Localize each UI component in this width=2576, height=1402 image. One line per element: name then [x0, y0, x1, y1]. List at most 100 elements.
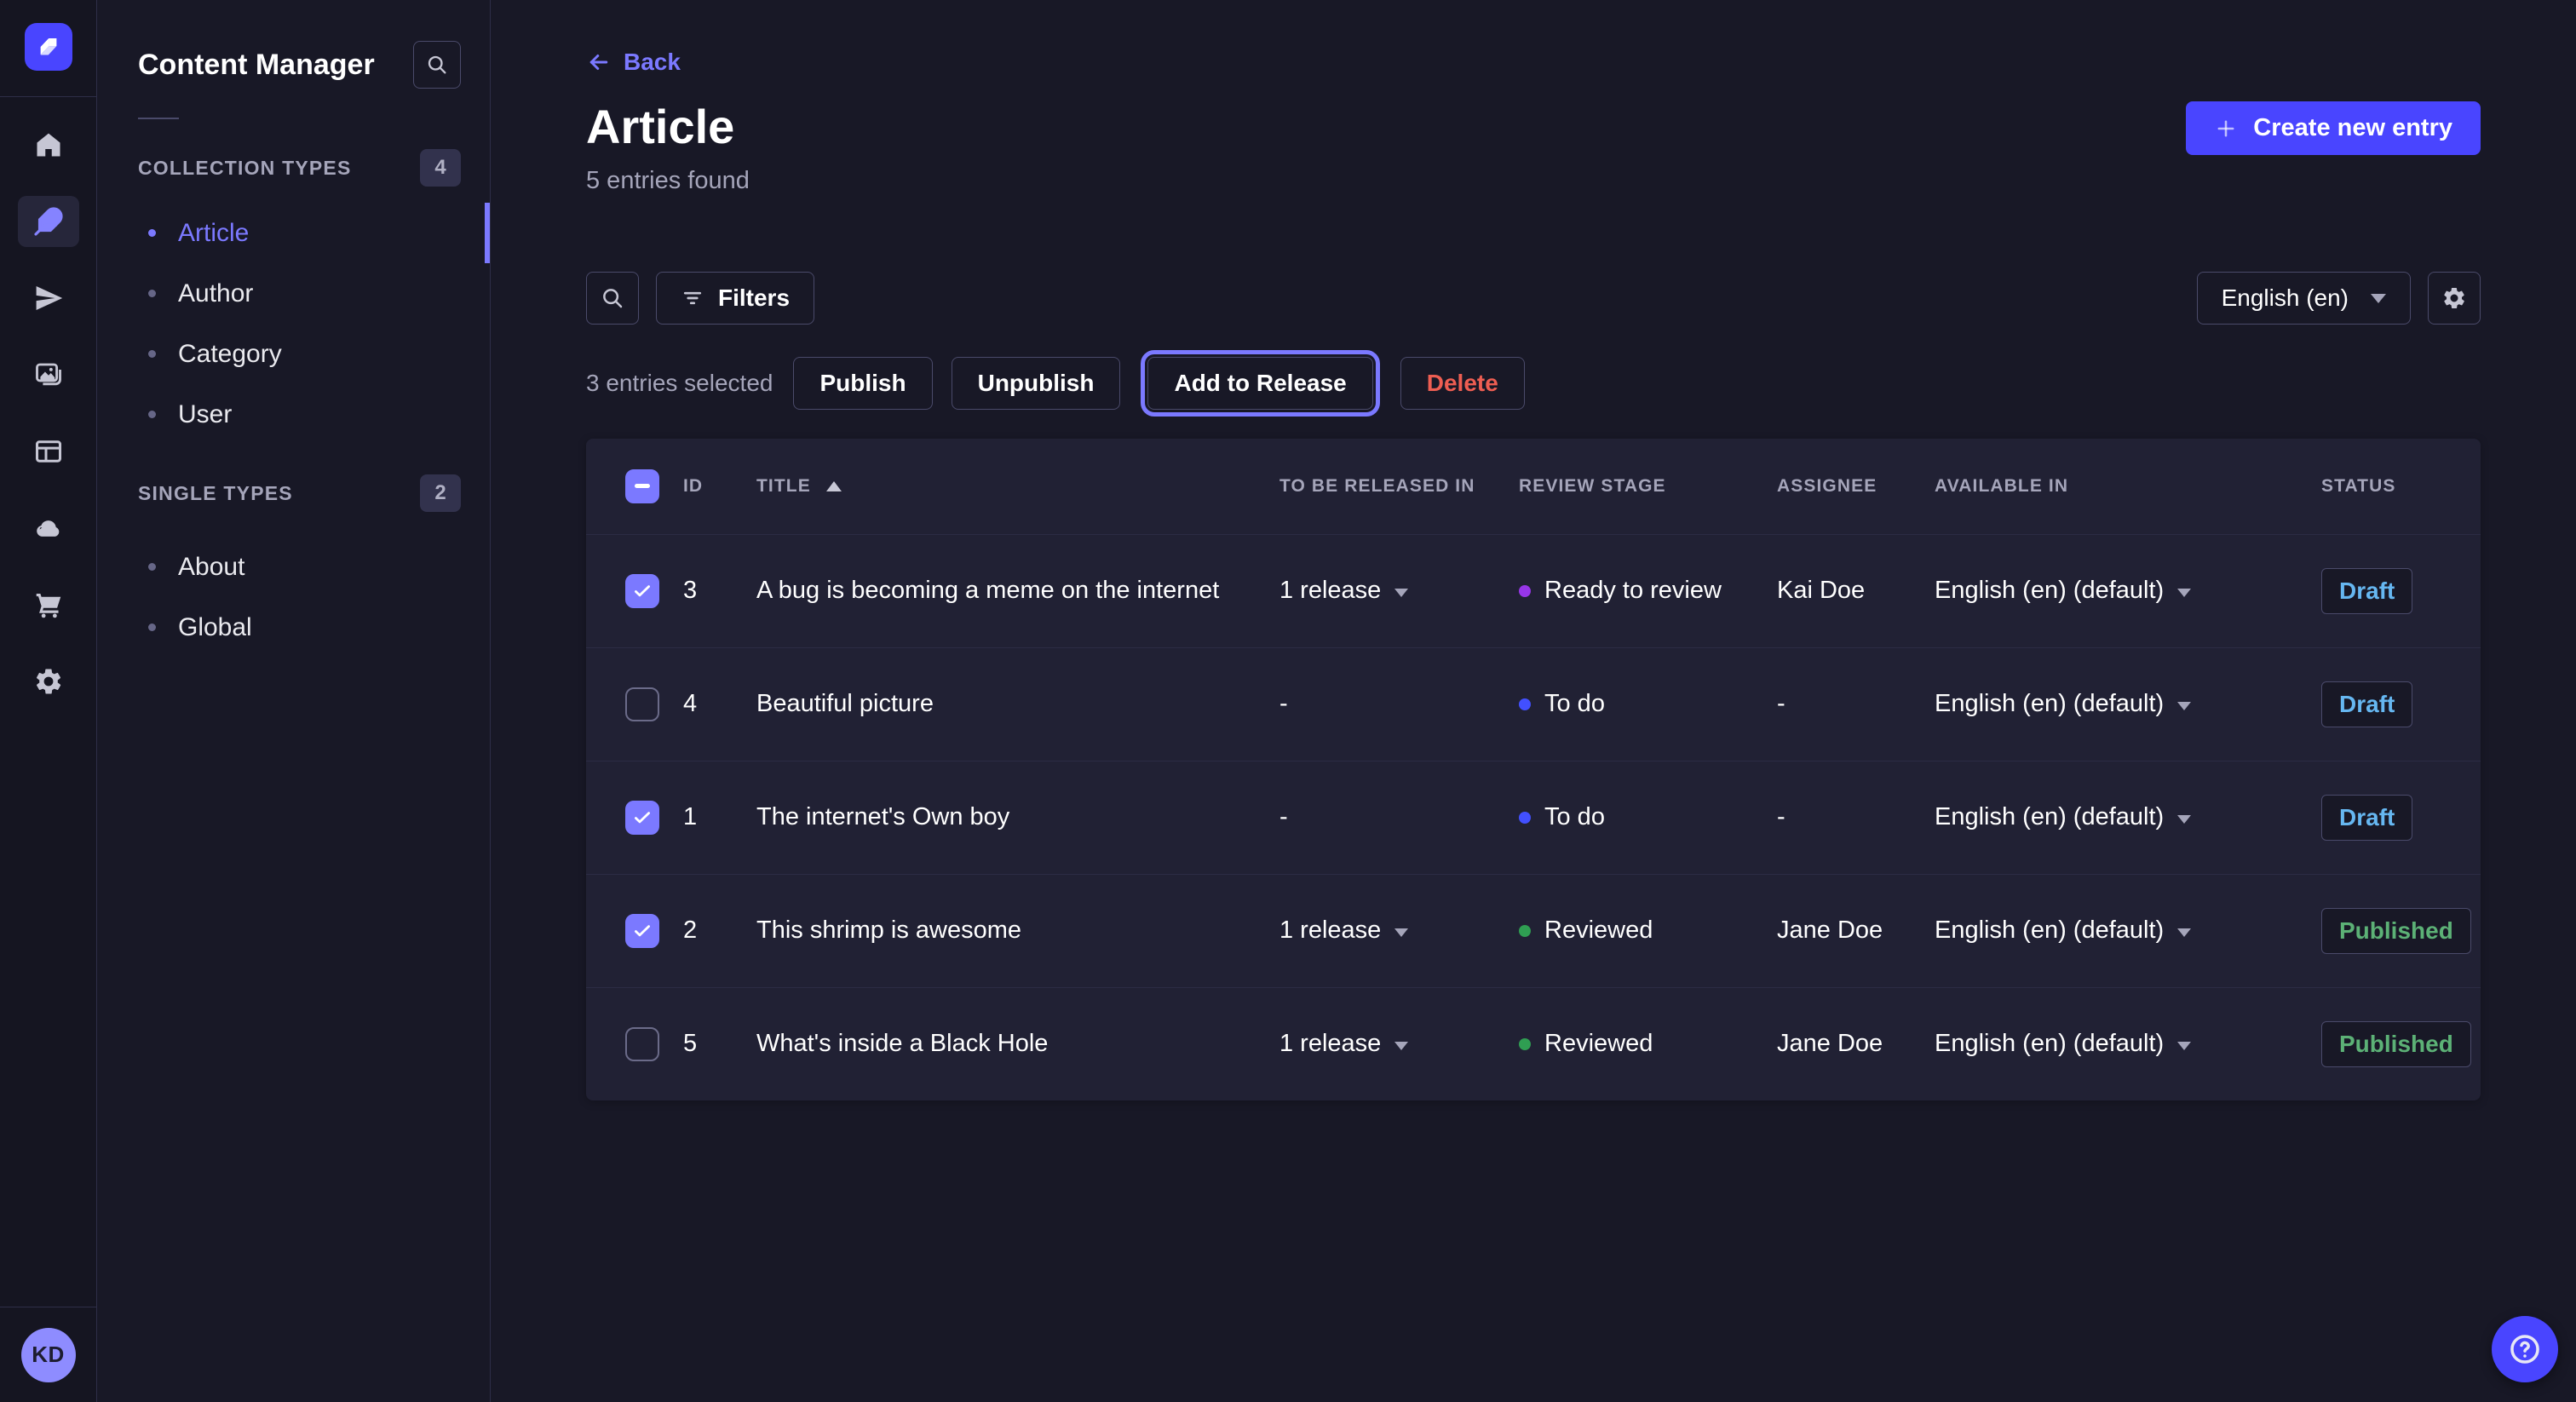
filters-button[interactable]: Filters	[656, 272, 814, 325]
strapi-logo[interactable]	[25, 23, 72, 71]
filter-icon	[681, 286, 704, 310]
column-header-review-stage: REVIEW STAGE	[1519, 439, 1777, 534]
nav-item-settings[interactable]	[0, 643, 96, 720]
row-checkbox[interactable]	[625, 801, 659, 835]
chevron-down-icon	[2177, 815, 2191, 824]
chevron-down-icon	[2177, 702, 2191, 710]
sidebar-item-author[interactable]: Author	[97, 263, 490, 324]
nav-item-content-manager[interactable]	[0, 183, 96, 260]
cell-id: 3	[683, 534, 756, 647]
single-types-count-badge: 2	[420, 474, 461, 512]
create-new-entry-button[interactable]: Create new entry	[2186, 101, 2481, 155]
home-icon	[33, 129, 64, 160]
nav-item-releases[interactable]	[0, 260, 96, 336]
sidebar-item-article[interactable]: Article	[97, 203, 490, 263]
chevron-down-icon	[1394, 589, 1408, 597]
add-to-release-button[interactable]: Add to Release	[1147, 357, 1372, 410]
release-dropdown[interactable]: 1 release	[1279, 916, 1519, 945]
feather-icon	[33, 206, 64, 237]
table-row[interactable]: 4 Beautiful picture - To do - English (e…	[586, 647, 2481, 761]
search-icon	[425, 53, 449, 77]
table-row[interactable]: 2 This shrimp is awesome 1 release Revie…	[586, 874, 2481, 987]
nav-item-content-type-builder[interactable]	[0, 413, 96, 490]
sidebar-item-user[interactable]: User	[97, 384, 490, 445]
publish-button[interactable]: Publish	[793, 357, 932, 410]
row-checkbox[interactable]	[625, 914, 659, 948]
sidebar-item-about[interactable]: About	[97, 537, 490, 597]
locale-dropdown[interactable]: English (en) (default)	[1935, 690, 2321, 718]
section-single-types: Single Types 2 About Global	[97, 474, 490, 658]
column-header-available-in: AVAILABLE IN	[1935, 439, 2321, 534]
bullet-icon	[148, 229, 156, 237]
column-header-to-be-released-in: TO BE RELEASED IN	[1279, 439, 1519, 534]
cell-review-stage: Reviewed	[1519, 1030, 1777, 1058]
cell-review-stage: Reviewed	[1519, 916, 1777, 945]
unpublish-button[interactable]: Unpublish	[952, 357, 1121, 410]
plus-icon	[2214, 117, 2238, 141]
cell-id: 4	[683, 647, 756, 761]
entries-count: 5 entries found	[586, 166, 2481, 195]
nav-items	[0, 106, 96, 720]
sidebar-item-category[interactable]: Category	[97, 324, 490, 384]
locale-select[interactable]: English (en)	[2197, 272, 2411, 325]
cell-assignee: -	[1777, 647, 1935, 761]
cell-id: 5	[683, 987, 756, 1100]
sort-ascending-icon	[826, 481, 842, 491]
help-button[interactable]	[2492, 1316, 2558, 1382]
gear-icon	[33, 666, 64, 697]
cloud-icon	[33, 513, 64, 543]
search-icon	[600, 285, 625, 311]
bullet-icon	[148, 563, 156, 571]
stage-dot-icon	[1519, 698, 1531, 710]
row-checkbox[interactable]	[625, 1027, 659, 1061]
locale-dropdown[interactable]: English (en) (default)	[1935, 803, 2321, 831]
chevron-down-icon	[2177, 1042, 2191, 1050]
nav-item-cloud[interactable]	[0, 490, 96, 566]
cell-id: 1	[683, 761, 756, 874]
row-checkbox[interactable]	[625, 687, 659, 721]
main-content: Back Article 5 entries found Create new …	[491, 0, 2576, 1402]
locale-dropdown[interactable]: English (en) (default)	[1935, 1030, 2321, 1058]
gear-icon	[2441, 285, 2467, 311]
cell-review-stage: Ready to review	[1519, 577, 1777, 605]
list-search-button[interactable]	[586, 272, 639, 325]
nav-item-marketplace[interactable]	[0, 566, 96, 643]
locale-dropdown[interactable]: English (en) (default)	[1935, 577, 2321, 605]
sidebar-item-global[interactable]: Global	[97, 597, 490, 658]
layout-icon	[33, 436, 64, 467]
status-badge: Draft	[2321, 568, 2412, 614]
locale-dropdown[interactable]: English (en) (default)	[1935, 916, 2321, 945]
collection-types-count-badge: 4	[420, 149, 461, 187]
nav-divider	[0, 96, 96, 97]
cell-assignee: Jane Doe	[1777, 874, 1935, 987]
view-settings-button[interactable]	[2428, 272, 2481, 325]
release-dropdown: -	[1279, 690, 1519, 718]
chevron-down-icon	[2177, 928, 2191, 937]
table-row[interactable]: 5 What's inside a Black Hole 1 release R…	[586, 987, 2481, 1100]
column-header-title[interactable]: TITLE	[756, 476, 1279, 497]
chevron-down-icon	[1394, 928, 1408, 937]
bullet-icon	[148, 290, 156, 297]
select-all-checkbox[interactable]	[625, 469, 659, 503]
cell-assignee: -	[1777, 761, 1935, 874]
delete-button[interactable]: Delete	[1400, 357, 1525, 410]
subnav-divider	[138, 118, 179, 119]
nav-item-home[interactable]	[0, 106, 96, 183]
table-row[interactable]: 1 The internet's Own boy - To do - Engli…	[586, 761, 2481, 874]
table-row[interactable]: 3 A bug is becoming a meme on the intern…	[586, 534, 2481, 647]
user-avatar[interactable]: KD	[21, 1328, 76, 1382]
release-dropdown[interactable]: 1 release	[1279, 1030, 1519, 1058]
subnav-search-button[interactable]	[413, 41, 461, 89]
row-checkbox[interactable]	[625, 574, 659, 608]
cell-title: A bug is becoming a meme on the internet	[756, 534, 1279, 647]
release-dropdown[interactable]: 1 release	[1279, 577, 1519, 605]
subnav-title: Content Manager	[138, 49, 375, 82]
cell-review-stage: To do	[1519, 803, 1777, 831]
nav-item-media-library[interactable]	[0, 336, 96, 413]
back-link[interactable]: Back	[586, 48, 681, 77]
back-arrow-icon	[586, 49, 612, 75]
status-badge: Published	[2321, 908, 2471, 954]
entries-table: ID TITLE TO BE RELEASED IN REVIEW STAGE …	[586, 439, 2481, 1100]
status-badge: Draft	[2321, 681, 2412, 727]
release-dropdown: -	[1279, 803, 1519, 831]
